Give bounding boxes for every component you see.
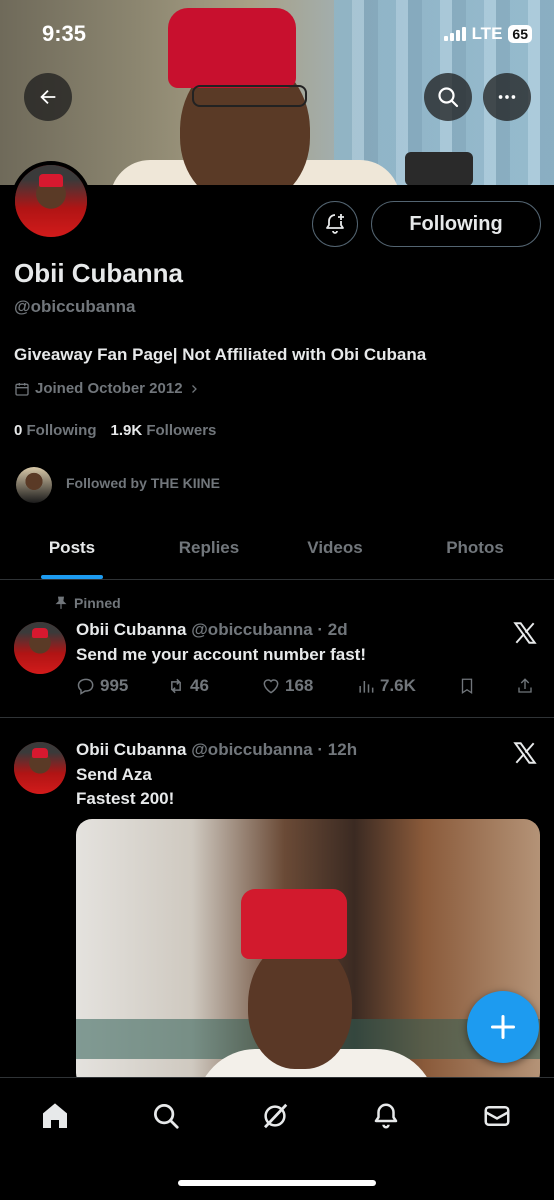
- more-icon: [498, 95, 516, 99]
- share-button[interactable]: [516, 677, 540, 695]
- home-icon: [43, 1103, 67, 1128]
- following-button[interactable]: Following: [371, 201, 541, 247]
- bell-plus-icon: [326, 214, 344, 234]
- calendar-icon: [15, 382, 29, 396]
- battery-icon: 65: [508, 25, 532, 43]
- followers-stat[interactable]: 1.9K Followers: [111, 422, 217, 439]
- post-author-name[interactable]: Obii Cubanna: [76, 620, 187, 639]
- post-avatar[interactable]: [14, 742, 66, 794]
- post-avatar[interactable]: [14, 622, 66, 674]
- tab-videos[interactable]: Videos: [274, 530, 396, 579]
- post-text-line: Fastest 200!: [76, 789, 175, 808]
- banner-phone: [405, 152, 473, 185]
- views-button[interactable]: 7.6K: [356, 676, 458, 696]
- profile-avatar[interactable]: [11, 161, 91, 241]
- profile-bio: Giveaway Fan Page| Not Affiliated with O…: [14, 345, 427, 364]
- profile-tabs: Posts Replies Videos Photos: [0, 530, 554, 580]
- repost-button[interactable]: 46: [166, 676, 261, 696]
- notifications-toggle-button[interactable]: [312, 201, 358, 247]
- x-logo-icon[interactable]: [512, 620, 538, 646]
- repost-icon: [171, 678, 181, 694]
- tab-photos[interactable]: Photos: [396, 530, 554, 579]
- following-stat[interactable]: 0 Following: [14, 422, 97, 439]
- share-icon: [518, 678, 532, 693]
- status-bar: 9:35 LTE 65: [0, 18, 554, 52]
- post-media-image[interactable]: [76, 819, 540, 1089]
- post-header: Obii Cubanna @obiccubanna · 2d: [76, 620, 348, 640]
- followed-by-text[interactable]: Followed by THE KIINE: [66, 475, 220, 491]
- tab-posts[interactable]: Posts: [0, 530, 144, 579]
- post-divider: [0, 717, 554, 718]
- network-label: LTE: [471, 24, 503, 43]
- grok-icon: [264, 1103, 288, 1129]
- nav-messages[interactable]: [479, 1098, 515, 1134]
- search-icon: [154, 1104, 179, 1129]
- plus-icon: [490, 1014, 516, 1040]
- post-text[interactable]: Send Aza Fastest 200!: [76, 763, 174, 811]
- notifications-icon: [374, 1103, 398, 1129]
- more-button[interactable]: [483, 73, 531, 121]
- nav-grok[interactable]: [257, 1098, 293, 1134]
- followed-by-avatar[interactable]: [16, 467, 52, 503]
- nav-explore[interactable]: [148, 1098, 184, 1134]
- back-arrow-icon: [40, 89, 56, 105]
- post-author-handle[interactable]: @obiccubanna: [191, 620, 312, 639]
- post-text-line: Send Aza: [76, 765, 152, 784]
- messages-icon: [484, 1106, 510, 1126]
- like-icon: [263, 679, 279, 694]
- compose-button[interactable]: [467, 991, 539, 1063]
- post-header: Obii Cubanna @obiccubanna · 12h: [76, 740, 357, 760]
- pin-icon: [55, 596, 67, 609]
- nav-notifications[interactable]: [368, 1098, 404, 1134]
- search-icon: [438, 87, 459, 108]
- bookmark-icon: [461, 678, 473, 695]
- views-icon: [359, 681, 374, 693]
- post-time: · 2d: [317, 620, 348, 639]
- profile-handle: @obiccubanna: [14, 297, 136, 316]
- post-author-name[interactable]: Obii Cubanna: [76, 740, 187, 759]
- follow-stats: 0 Following 1.9K Followers: [14, 422, 216, 439]
- reply-icon: [77, 678, 94, 695]
- joined-date[interactable]: Joined October 2012: [14, 380, 200, 397]
- post-author-handle[interactable]: @obiccubanna: [191, 740, 312, 759]
- pinned-indicator: Pinned: [54, 595, 121, 611]
- tab-replies[interactable]: Replies: [144, 530, 274, 579]
- bookmark-button[interactable]: [458, 677, 516, 695]
- signal-icon: [443, 27, 466, 41]
- joined-label: Joined October 2012: [35, 380, 183, 397]
- like-button[interactable]: 168: [261, 676, 356, 696]
- status-time: 9:35: [42, 21, 87, 46]
- reply-button[interactable]: 995: [76, 676, 166, 696]
- status-indicators: LTE 65: [443, 24, 532, 44]
- post-text[interactable]: Send me your account number fast!: [76, 643, 366, 667]
- profile-display-name: Obii Cubanna: [14, 258, 183, 288]
- post-time: · 12h: [317, 740, 358, 759]
- home-indicator: [178, 1180, 376, 1186]
- x-logo-icon[interactable]: [512, 740, 538, 766]
- search-button[interactable]: [424, 73, 472, 121]
- back-button[interactable]: [24, 73, 72, 121]
- chevron-right-icon: [191, 384, 197, 393]
- post-actions: 995 46 168 7.6K: [76, 676, 540, 696]
- nav-home[interactable]: [37, 1098, 73, 1134]
